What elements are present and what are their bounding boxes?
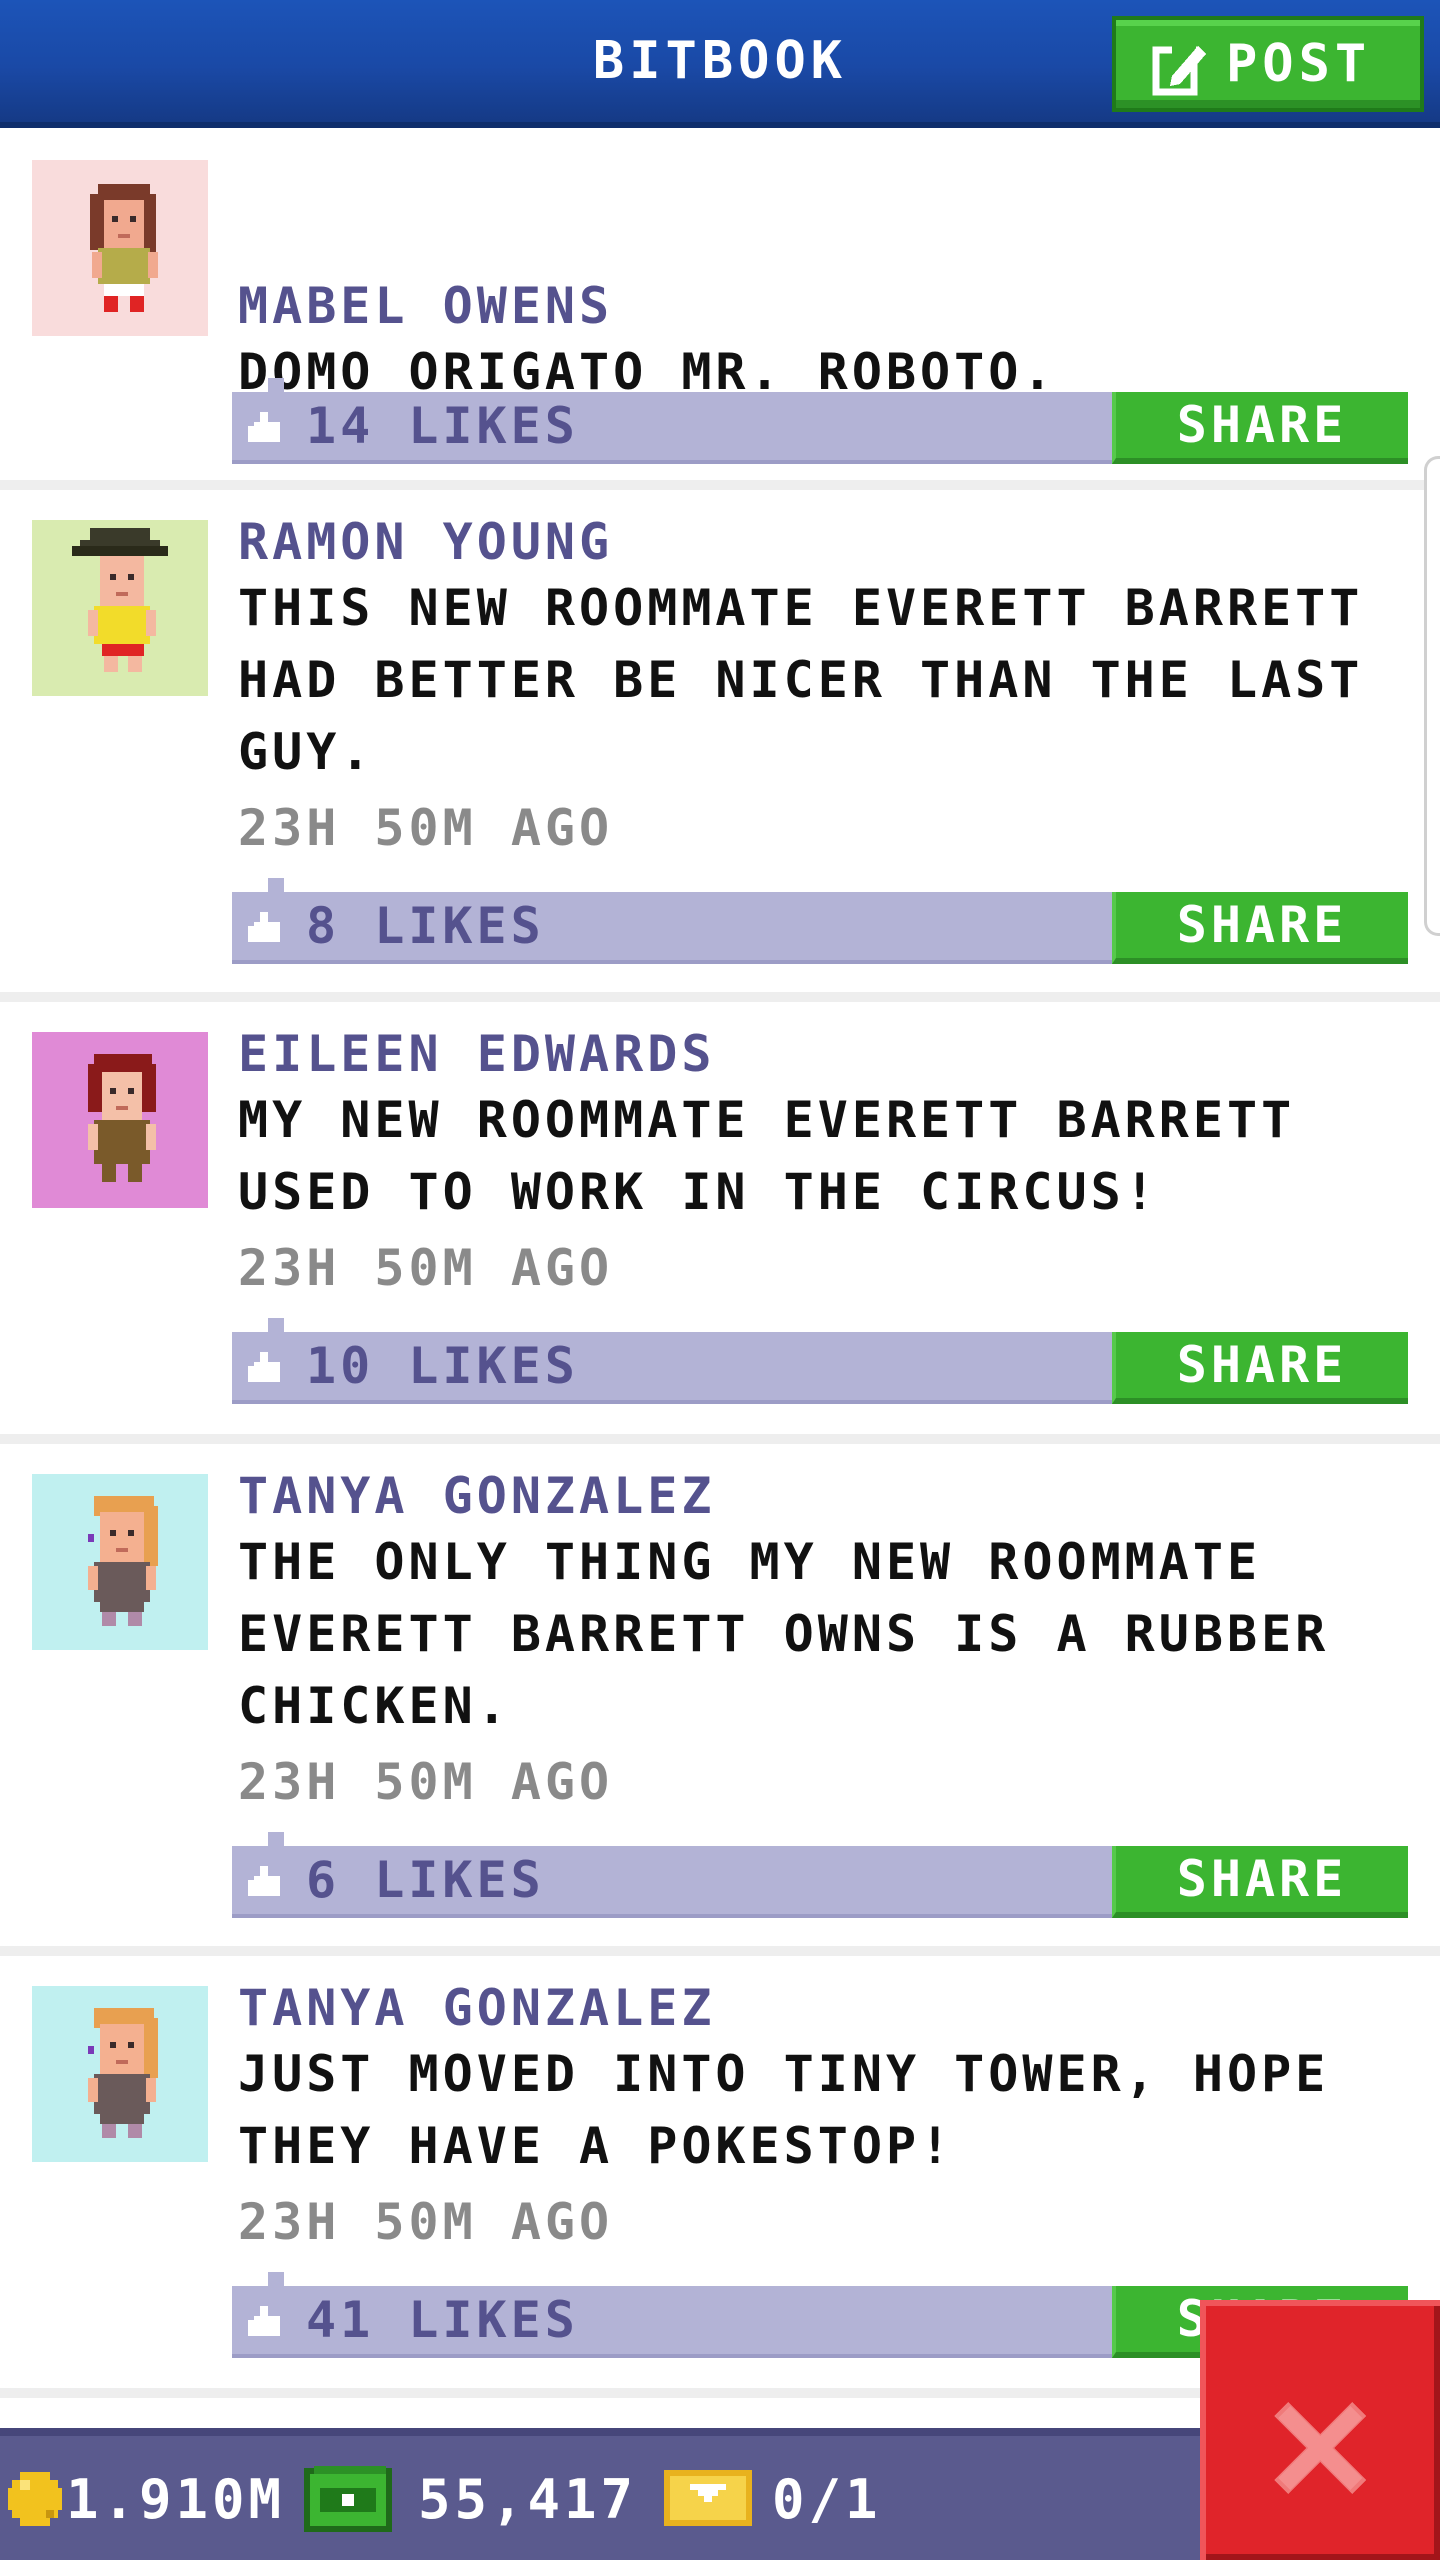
post-author[interactable]: TANYA GONZALEZ [238,1976,715,2040]
like-count: 8 LIKES [306,897,545,955]
like-bar: 10 LIKES SHARE [232,1318,1408,1404]
share-button[interactable]: SHARE [1112,1846,1408,1918]
avatar [32,1032,208,1208]
coin-icon [8,2472,62,2526]
post-message: MY NEW ROOMMATE EVERETT BARRETT USED TO … [238,1091,1296,1221]
thumbs-up-icon[interactable] [248,1352,284,1384]
post-message: THIS NEW ROOMMATE EVERETT BARRETT HAD BE… [238,579,1364,781]
post-message: THE ONLY THING MY NEW ROOMMATE EVERETT B… [238,1533,1330,1735]
close-button[interactable] [1200,2300,1440,2560]
avatar [32,520,208,696]
feed-post: TANYA GONZALEZ THE ONLY THING MY NEW ROO… [0,1444,1440,1956]
post-timestamp: 23H 50M AGO [238,2193,614,2251]
like-bar: 14 LIKES SHARE [232,378,1408,464]
ticket-icon[interactable] [664,2470,752,2526]
avatar [32,1986,208,2162]
scrollbar[interactable] [1424,456,1440,936]
thumbs-up-icon[interactable] [248,412,284,444]
post-author[interactable]: EILEEN EDWARDS [238,1022,715,1086]
share-button[interactable]: SHARE [1112,392,1408,464]
post-button[interactable]: POST [1112,16,1424,112]
post-timestamp: 23H 50M AGO [238,1239,614,1297]
ticket-count: 0/1 [772,2468,882,2531]
like-bar: 8 LIKES SHARE [232,878,1408,964]
post-timestamp: 23H 50M AGO [238,1753,614,1811]
close-icon [1274,2402,1366,2494]
app-header: BITBOOK POST [0,0,1440,128]
bux-count: 55,417 [418,2468,638,2531]
avatar [32,160,208,336]
post-label: POST [1226,34,1372,94]
thumbs-up-icon[interactable] [248,1866,284,1898]
feed-post: RAMON YOUNG THIS NEW ROOMMATE EVERETT BA… [0,490,1440,1002]
post-message: JUST MOVED INTO TINY TOWER, HOPE THEY HA… [238,2045,1330,2175]
post-author[interactable]: RAMON YOUNG [238,510,613,574]
like-count: 41 LIKES [306,2291,579,2349]
feed-post: EILEEN EDWARDS MY NEW ROOMMATE EVERETT B… [0,1002,1440,1444]
like-bar: 6 LIKES SHARE [232,1832,1408,1918]
share-button[interactable]: SHARE [1112,1332,1408,1404]
thumbs-up-icon[interactable] [248,2306,284,2338]
post-author[interactable]: TANYA GONZALEZ [238,1464,715,1528]
feed[interactable]: MABEL OWENS DOMO ORIGATO MR. ROBOTO. < 1… [0,128,1440,2428]
like-count: 14 LIKES [306,397,579,455]
post-timestamp: 23H 50M AGO [238,799,614,857]
thumbs-up-icon[interactable] [248,912,284,944]
like-count: 10 LIKES [306,1337,579,1395]
post-author[interactable]: MABEL OWENS [238,274,613,338]
like-count: 6 LIKES [306,1851,545,1909]
coin-count: 1.910M [66,2468,286,2531]
avatar [32,1474,208,1650]
bux-icon[interactable] [302,2458,394,2538]
edit-icon [1152,44,1206,96]
share-button[interactable]: SHARE [1112,892,1408,964]
